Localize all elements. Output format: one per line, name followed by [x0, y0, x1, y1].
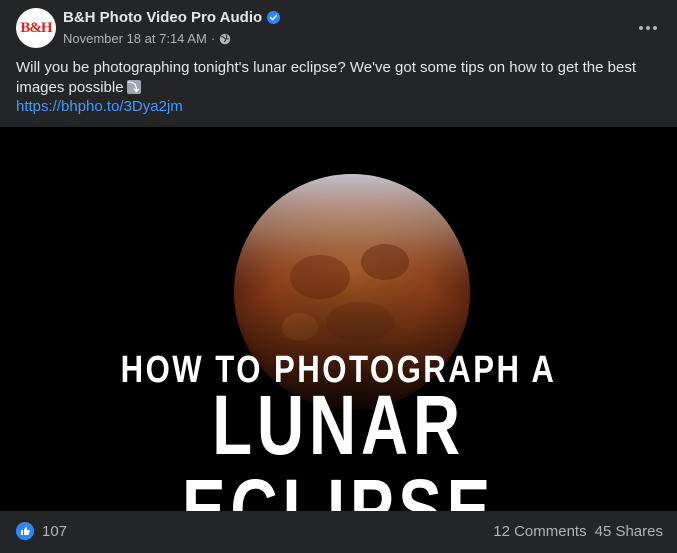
bh-logo: B&H	[20, 19, 52, 36]
headline-large: LUNAR ECLIPSE	[181, 378, 496, 511]
post-text-container: Will you be photographing tonight's luna…	[16, 58, 661, 98]
comments-count[interactable]: 12 Comments	[493, 523, 586, 540]
meta-separator: ·	[210, 31, 216, 46]
arrow-down-emoji-icon: ⤵	[126, 80, 141, 94]
reaction-count: 107	[42, 522, 68, 540]
verified-badge-icon	[267, 11, 281, 24]
facebook-post: B&H B&H Photo Video Pro Audio November 1…	[0, 0, 677, 553]
post-image[interactable]: HOW TO PHOTOGRAPH A LUNAR ECLIPSE	[0, 127, 677, 511]
post-header: B&H B&H Photo Video Pro Audio November 1…	[0, 0, 677, 56]
like-icon	[16, 522, 34, 540]
shares-count[interactable]: 45 Shares	[595, 523, 663, 540]
page-name-row: B&H Photo Video Pro Audio	[63, 9, 281, 26]
reactions-summary[interactable]: 107	[16, 522, 67, 540]
post-meta: November 18 at 7:14 AM ·	[63, 31, 231, 46]
globe-icon[interactable]	[219, 33, 231, 45]
page-name[interactable]: B&H Photo Video Pro Audio	[63, 9, 262, 26]
post-footer: 107 12 Comments 45 Shares	[0, 511, 677, 553]
page-avatar[interactable]: B&H	[16, 8, 56, 48]
post-timestamp[interactable]: November 18 at 7:14 AM	[63, 31, 207, 46]
engagement-stats: 12 Comments 45 Shares	[493, 523, 663, 540]
more-options-icon	[639, 26, 657, 30]
more-options-button[interactable]	[633, 14, 663, 42]
post-link[interactable]: https://bhpho.to/3Dya2jm	[16, 98, 183, 115]
post-text: Will you be photographing tonight's luna…	[16, 59, 636, 96]
